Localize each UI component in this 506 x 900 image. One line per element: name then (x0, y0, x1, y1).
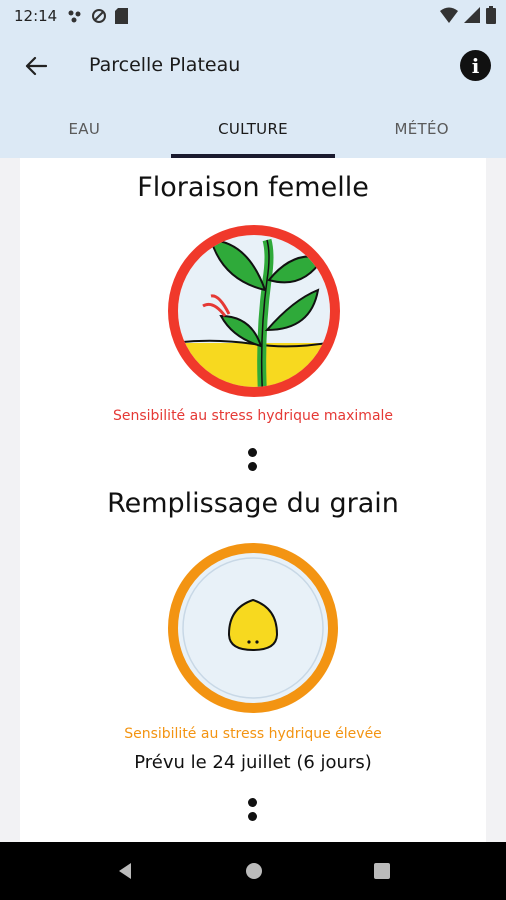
grain-kernel-icon (168, 543, 338, 713)
status-bar: 12:14 (0, 0, 506, 32)
system-nav-bar (0, 842, 506, 900)
sensitivity-text-high: Sensibilité au stress hydrique élevée (124, 726, 382, 742)
stage-title-grain-filling: Remplissage du grain (107, 488, 399, 519)
sd-card-icon (115, 8, 129, 24)
flowering-plant-icon (168, 225, 340, 397)
tab-culture[interactable]: CULTURE (169, 100, 338, 158)
data-saver-icon (92, 9, 107, 23)
signal-icon (464, 7, 480, 23)
tab-eau[interactable]: EAU (0, 100, 169, 158)
app-bar: Parcelle Plateau i (0, 32, 506, 100)
page-title: Parcelle Plateau (89, 54, 241, 76)
nav-back-icon[interactable] (115, 861, 135, 881)
back-button[interactable] (20, 50, 52, 82)
info-button[interactable]: i (460, 50, 491, 81)
crop-stage-card: Floraison femelle Sensibilité au stress … (20, 158, 486, 842)
tab-meteo[interactable]: MÉTÉO (337, 100, 506, 158)
tab-bar: EAU CULTURE MÉTÉO (0, 100, 506, 158)
wifi-icon (440, 7, 458, 23)
notification-dots-icon (68, 10, 81, 23)
connector-dot (248, 812, 257, 821)
status-time: 12:14 (14, 7, 58, 25)
connector-dot (248, 448, 257, 457)
stage-connector-dots (248, 448, 258, 476)
connector-dot (248, 462, 257, 471)
battery-icon (486, 6, 496, 24)
stage-title-flowering: Floraison femelle (137, 172, 369, 203)
nav-home-icon[interactable] (244, 861, 264, 881)
arrow-left-icon (25, 56, 47, 76)
nav-recents-icon[interactable] (373, 862, 391, 880)
connector-dot (248, 798, 257, 807)
sensitivity-text-max: Sensibilité au stress hydrique maximale (112, 408, 394, 424)
stage-connector-dots (248, 798, 258, 826)
info-icon: i (471, 53, 480, 78)
forecast-date: Prévu le 24 juillet (6 jours) (134, 752, 372, 773)
